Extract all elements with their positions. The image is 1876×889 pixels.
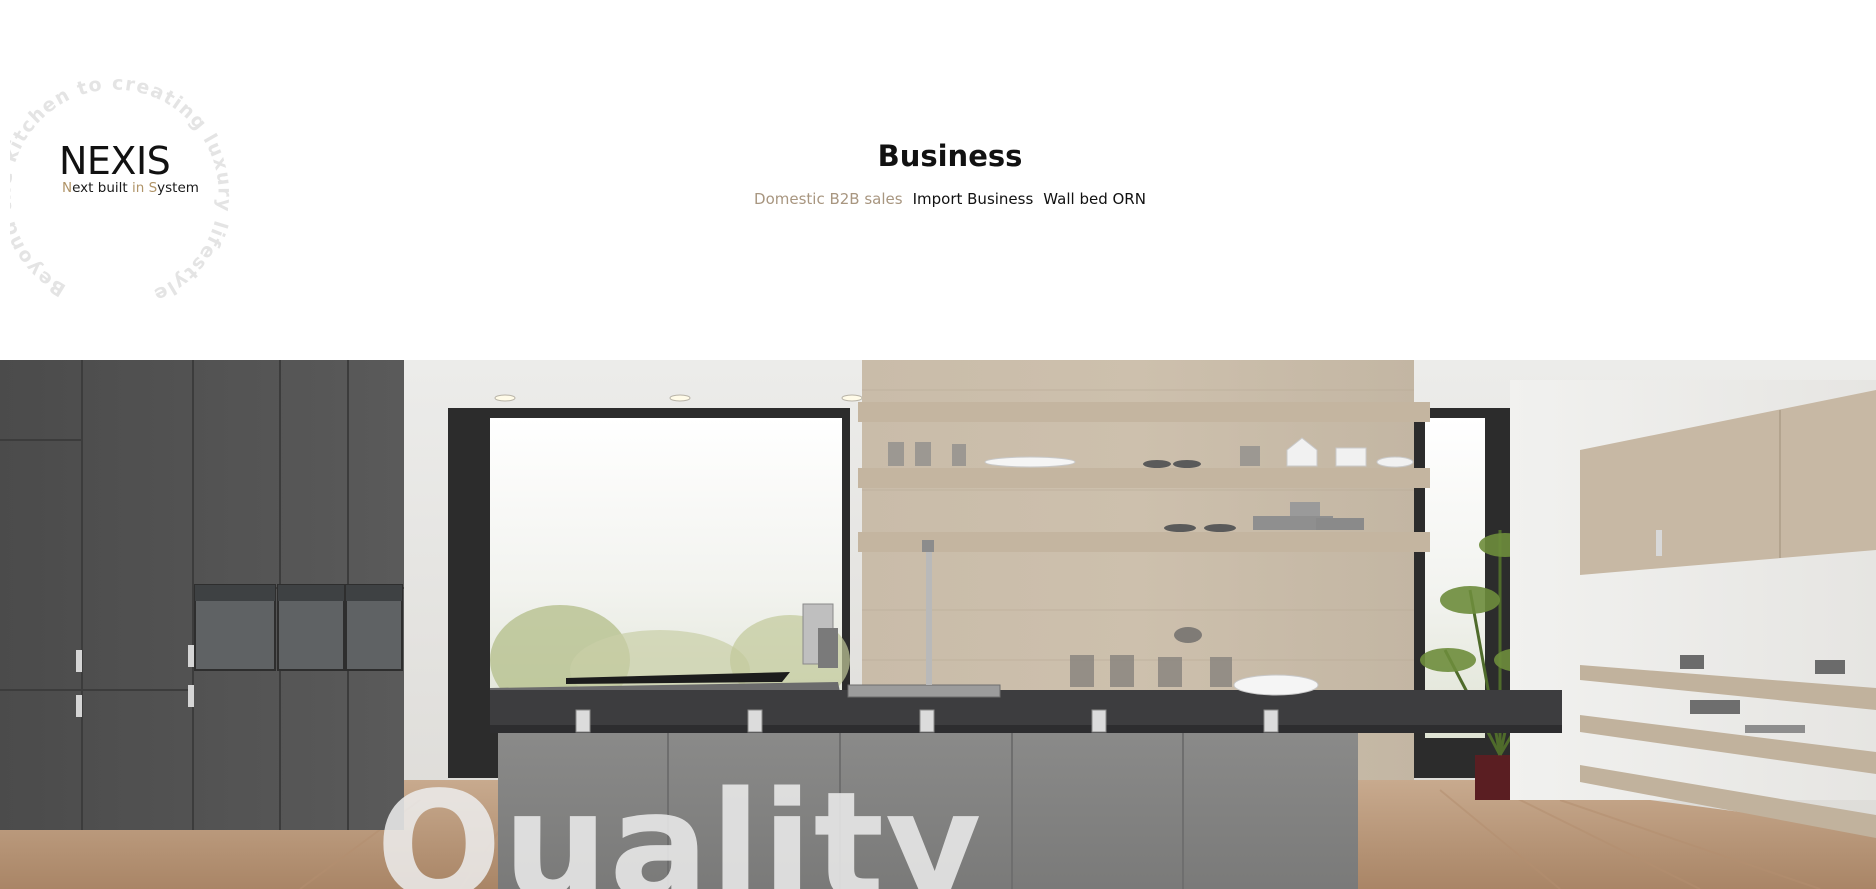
site-header: Beyond the kitchen to creating luxury li… [0, 0, 1876, 360]
page-title: Business [877, 139, 1023, 173]
subnav-link-domestic-b2b-sales[interactable]: Domestic B2B sales [754, 192, 903, 207]
subnav-link-import-business[interactable]: Import Business [913, 192, 1034, 207]
subnav-link-wall-bed-orn[interactable]: Wall bed ORN [1043, 192, 1146, 207]
hero-banner: Quality [0, 360, 1876, 889]
hero-quality-heading: Quality [376, 760, 983, 889]
brand-logo[interactable]: Beyond the kitchen to creating luxury li… [10, 60, 240, 300]
business-subnav: Domestic B2B sales Import Business Wall … [0, 192, 1876, 207]
